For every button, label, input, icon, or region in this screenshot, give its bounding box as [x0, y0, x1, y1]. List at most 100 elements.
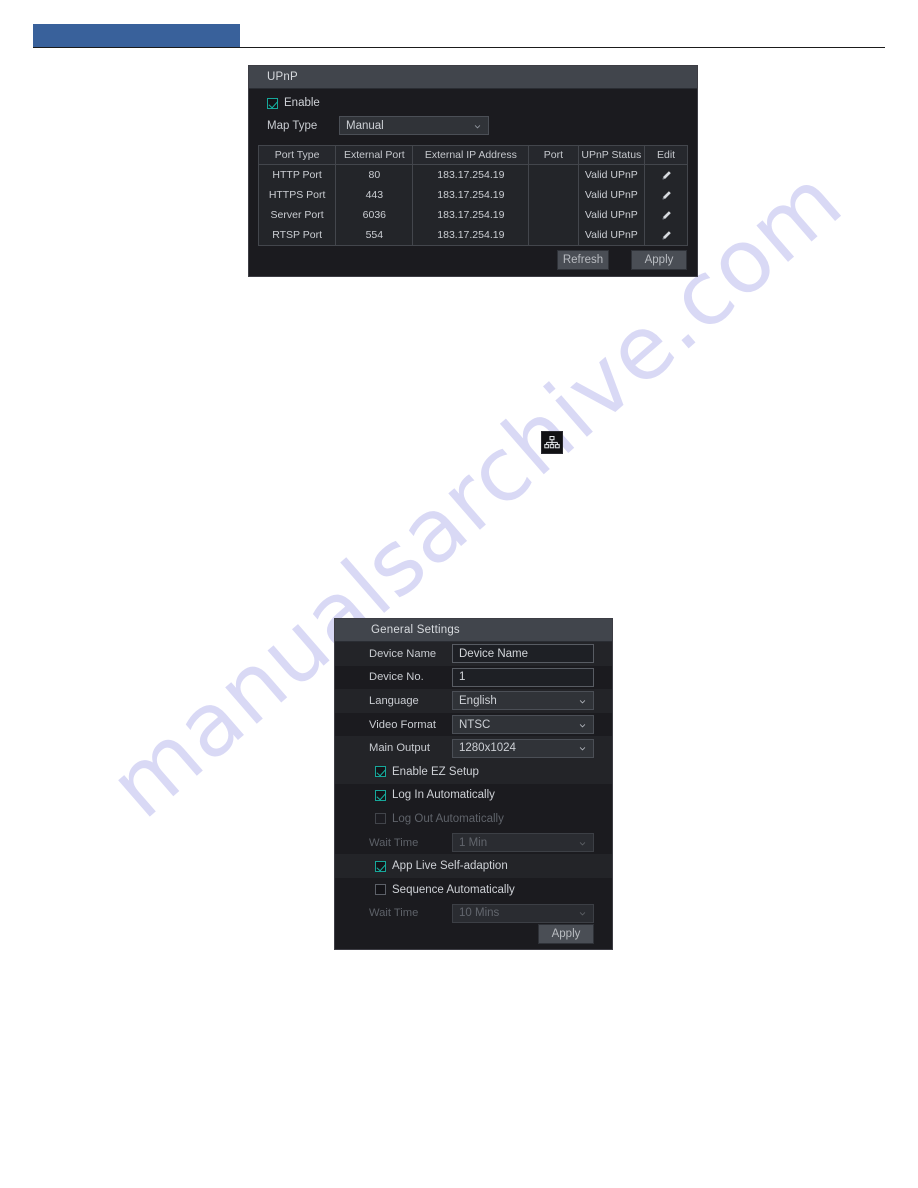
- pencil-icon[interactable]: [661, 230, 672, 241]
- wait-time-logout-select[interactable]: 1 Min: [452, 833, 594, 853]
- device-no-label: Device No.: [369, 671, 424, 684]
- language-value: English: [459, 694, 497, 707]
- cell-edit[interactable]: [644, 164, 688, 185]
- chevron-down-icon: [474, 124, 481, 128]
- cell-edit[interactable]: [644, 185, 688, 205]
- device-name-input[interactable]: Device Name: [452, 644, 594, 664]
- video-format-select[interactable]: NTSC: [452, 715, 594, 735]
- device-no-value: 1: [459, 671, 466, 684]
- network-topology-icon: [544, 435, 560, 448]
- log-in-automatically-checkbox[interactable]: [375, 789, 386, 801]
- cell-port-type: HTTP Port: [258, 164, 337, 185]
- log-in-automatically-label: Log In Automatically: [392, 789, 495, 802]
- log-in-automatically-row[interactable]: Log In Automatically: [335, 784, 612, 808]
- cell-edit[interactable]: [644, 205, 688, 225]
- log-out-automatically-checkbox[interactable]: [375, 813, 386, 825]
- general-settings-body: Device Name Device Name Device No. 1 Lan…: [335, 642, 612, 944]
- general-settings-apply-button[interactable]: Apply: [538, 924, 594, 944]
- language-row: Language English: [335, 689, 612, 713]
- enable-ez-setup-label: Enable EZ Setup: [392, 765, 479, 778]
- col-upnp-status: UPnP Status: [578, 145, 646, 165]
- video-format-label: Video Format: [369, 718, 436, 731]
- upnp-panel: UPnP Enable Map Type Manual Port Type Ex…: [248, 65, 698, 277]
- cell-external-port: 6036: [335, 205, 414, 225]
- cell-external-ip: 183.17.254.19: [412, 164, 530, 185]
- col-external-port: External Port: [335, 145, 414, 165]
- wait-time-sequence-select[interactable]: 10 Mins: [452, 903, 594, 923]
- cell-status: Valid UPnP: [578, 205, 646, 225]
- video-format-row: Video Format NTSC: [335, 713, 612, 737]
- page-root: manualsarchive.com UPnP Enable Map Type …: [0, 0, 918, 1188]
- pencil-icon[interactable]: [661, 210, 672, 221]
- log-out-automatically-label: Log Out Automatically: [392, 812, 504, 825]
- upnp-map-type-select[interactable]: Manual: [339, 116, 489, 135]
- network-topology-icon-button[interactable]: [541, 431, 563, 454]
- table-row[interactable]: RTSP Port 554 183.17.254.19 Valid UPnP: [258, 225, 688, 246]
- cell-port-type: HTTPS Port: [258, 185, 337, 205]
- col-external-ip: External IP Address: [412, 145, 530, 165]
- pencil-icon[interactable]: [661, 190, 672, 201]
- chevron-down-icon: [579, 912, 586, 916]
- device-name-value: Device Name: [459, 647, 529, 660]
- sequence-automatically-row[interactable]: Sequence Automatically: [335, 878, 612, 902]
- upnp-panel-title: UPnP: [249, 66, 697, 89]
- cell-external-ip: 183.17.254.19: [412, 225, 530, 246]
- upnp-enable-label: Enable: [284, 97, 320, 109]
- language-select[interactable]: English: [452, 691, 594, 711]
- col-port: Port: [528, 145, 579, 165]
- chevron-down-icon: [579, 841, 586, 845]
- app-live-self-adaption-row[interactable]: App Live Self-adaption: [335, 854, 612, 878]
- main-output-label: Main Output: [369, 742, 430, 755]
- header-banner: [33, 24, 240, 48]
- device-no-row: Device No. 1: [335, 666, 612, 690]
- upnp-table-header-row: Port Type External Port External IP Addr…: [258, 145, 688, 165]
- upnp-enable-row[interactable]: Enable: [249, 89, 697, 113]
- log-out-automatically-row[interactable]: Log Out Automatically: [335, 807, 612, 831]
- cell-external-ip: 183.17.254.19: [412, 185, 530, 205]
- enable-ez-setup-checkbox[interactable]: [375, 766, 386, 778]
- table-row[interactable]: HTTPS Port 443 183.17.254.19 Valid UPnP: [258, 185, 688, 205]
- cell-port-type: RTSP Port: [258, 225, 337, 246]
- device-name-row: Device Name Device Name: [335, 642, 612, 666]
- sequence-automatically-label: Sequence Automatically: [392, 883, 515, 896]
- cell-edit[interactable]: [644, 225, 688, 246]
- language-label: Language: [369, 694, 419, 707]
- app-live-self-adaption-label: App Live Self-adaption: [392, 860, 508, 873]
- enable-ez-setup-row[interactable]: Enable EZ Setup: [335, 759, 612, 784]
- upnp-map-type-row: Map Type Manual: [249, 113, 697, 145]
- refresh-button[interactable]: Refresh: [557, 250, 609, 270]
- app-live-self-adaption-checkbox[interactable]: [375, 860, 386, 872]
- general-settings-panel: General Settings Device Name Device Name…: [334, 618, 613, 950]
- table-row[interactable]: Server Port 6036 183.17.254.19 Valid UPn…: [258, 205, 688, 225]
- main-output-row: Main Output 1280x1024: [335, 736, 612, 760]
- table-row[interactable]: HTTP Port 80 183.17.254.19 Valid UPnP: [258, 164, 688, 185]
- upnp-port-table: Port Type External Port External IP Addr…: [258, 145, 688, 246]
- device-name-label: Device Name: [369, 647, 437, 660]
- upnp-enable-checkbox[interactable]: [267, 97, 278, 109]
- main-output-select[interactable]: 1280x1024: [452, 738, 594, 758]
- cell-status: Valid UPnP: [578, 225, 646, 246]
- sequence-automatically-checkbox[interactable]: [375, 884, 386, 896]
- cell-external-port: 443: [335, 185, 414, 205]
- general-settings-footer: Apply: [335, 921, 612, 947]
- chevron-down-icon: [579, 723, 586, 728]
- cell-port-type: Server Port: [258, 205, 337, 225]
- upnp-map-type-label: Map Type: [267, 119, 318, 132]
- chevron-down-icon: [579, 700, 586, 704]
- cell-port: [528, 185, 579, 205]
- col-port-type: Port Type: [258, 145, 337, 165]
- wait-time-logout-row: Wait Time 1 Min: [335, 831, 612, 855]
- cell-status: Valid UPnP: [578, 164, 646, 185]
- cell-external-ip: 183.17.254.19: [412, 205, 530, 225]
- col-edit: Edit: [644, 145, 688, 165]
- video-format-value: NTSC: [459, 718, 491, 731]
- main-output-value: 1280x1024: [459, 742, 516, 755]
- cell-port: [528, 205, 579, 225]
- wait-time-logout-label: Wait Time: [369, 836, 419, 849]
- device-no-input[interactable]: 1: [452, 667, 594, 687]
- apply-button[interactable]: Apply: [631, 250, 687, 270]
- cell-port: [528, 164, 579, 185]
- cell-port: [528, 225, 579, 246]
- pencil-icon[interactable]: [661, 170, 672, 181]
- header-divider: [33, 47, 885, 49]
